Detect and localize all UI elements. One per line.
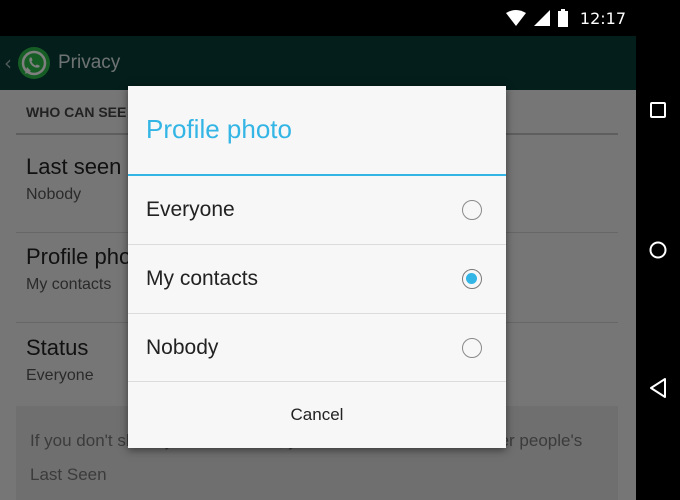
home-button[interactable] [636, 228, 680, 272]
app-screen: ‹ Privacy WHO CAN SEE MY PERSONAL INFO L… [0, 36, 636, 500]
option-label: Everyone [146, 198, 235, 221]
battery-icon [557, 9, 568, 27]
status-icons: 12:17 [505, 6, 626, 30]
home-icon [649, 241, 667, 259]
status-bar: 12:17 [0, 0, 636, 36]
radio-button[interactable] [462, 338, 482, 358]
option-label: Nobody [146, 336, 219, 359]
option-label: My contacts [146, 267, 259, 290]
option-my-contacts[interactable]: My contacts [128, 245, 506, 313]
status-time: 12:17 [579, 8, 626, 28]
recents-button[interactable] [636, 88, 680, 132]
wifi-icon [505, 10, 526, 26]
option-everyone[interactable]: Everyone [128, 176, 506, 244]
back-button[interactable] [636, 366, 680, 410]
signal-icon [533, 10, 550, 26]
profile-photo-dialog: Profile photo Everyone My contacts Nobod… [128, 86, 506, 448]
recents-icon [650, 102, 666, 118]
option-nobody[interactable]: Nobody [128, 314, 506, 382]
radio-button[interactable] [462, 200, 482, 220]
cancel-button[interactable]: Cancel [128, 382, 506, 448]
radio-button-selected[interactable] [462, 269, 482, 289]
navigation-bar [636, 0, 680, 500]
dialog-title: Profile photo [146, 114, 292, 144]
back-icon [650, 378, 666, 398]
